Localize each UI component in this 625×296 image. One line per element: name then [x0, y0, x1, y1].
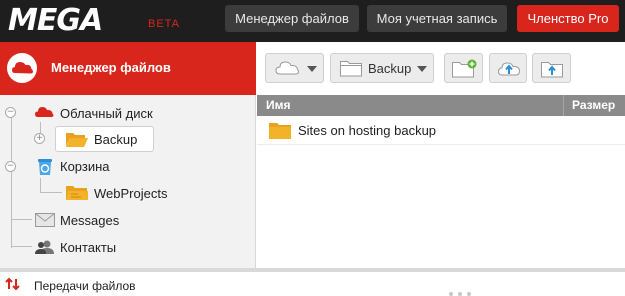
file-table-header: Имя Размер	[257, 95, 625, 116]
mega-app: MEGA BETA Менеджер файлов Моя учетная за…	[0, 0, 625, 296]
cloud-root-dropdown[interactable]	[265, 53, 324, 83]
my-account-button[interactable]: Моя учетная запись	[367, 5, 507, 32]
tree-item-label: Backup	[94, 132, 138, 147]
upload-folder-icon	[541, 59, 563, 83]
sidebar: Менеджер файлов − Облачный диск + Backup…	[0, 42, 256, 269]
chevron-down-icon	[417, 66, 427, 72]
tree-item-messages[interactable]: Messages	[60, 213, 119, 228]
column-header-name[interactable]: Имя	[266, 98, 291, 112]
transfer-arrows-icon	[5, 277, 21, 296]
file-row-name: Sites on hosting backup	[298, 123, 437, 138]
recycle-bin-icon	[36, 157, 54, 181]
tree-item-cloud-drive[interactable]: Облачный диск	[60, 106, 153, 121]
tree-line	[40, 192, 62, 193]
dot	[458, 292, 462, 296]
tree-line	[12, 246, 32, 247]
chevron-down-icon	[307, 66, 317, 72]
contacts-icon	[35, 239, 55, 260]
collapse-toggle[interactable]: −	[5, 161, 16, 172]
upload-folder-button[interactable]	[532, 53, 571, 83]
expand-toggle[interactable]: +	[34, 133, 45, 144]
sidebar-title: Менеджер файлов	[51, 60, 171, 75]
breadcrumb-folder-label: Backup	[368, 61, 412, 76]
resize-handle-dots[interactable]	[449, 283, 476, 296]
tree-line	[12, 219, 32, 220]
tree-item-webprojects[interactable]: WebProjects	[94, 186, 167, 201]
sidebar-header: Менеджер файлов	[0, 42, 256, 95]
dot	[449, 292, 453, 296]
tree-item-trash[interactable]: Корзина	[60, 159, 110, 174]
transfers-label: Передачи файлов	[34, 279, 136, 293]
upload-file-button[interactable]	[489, 53, 527, 83]
new-folder-button[interactable]	[444, 53, 483, 83]
folder-icon	[340, 60, 362, 82]
tree-item-contacts[interactable]: Контакты	[60, 240, 116, 255]
column-divider[interactable]	[563, 95, 564, 116]
file-row[interactable]: Sites on hosting backup	[257, 116, 625, 145]
toolbar: Backup	[257, 42, 625, 95]
transfers-bar[interactable]: Передачи файлов	[0, 272, 625, 296]
dot	[467, 292, 471, 296]
new-folder-icon	[452, 59, 478, 83]
folder-breadcrumb-dropdown[interactable]: Backup	[330, 53, 434, 83]
cloud-icon	[275, 60, 300, 81]
mega-logo[interactable]: MEGA	[8, 3, 103, 38]
cloud-icon	[7, 53, 37, 83]
top-bar: MEGA BETA Менеджер файлов Моя учетная за…	[0, 0, 625, 42]
column-header-size[interactable]: Размер	[572, 98, 615, 112]
upload-icon	[497, 59, 521, 83]
file-manager-button[interactable]: Менеджер файлов	[225, 5, 359, 32]
cloud-drive-icon	[34, 104, 54, 125]
pro-membership-button[interactable]: Членство Pro	[517, 5, 619, 32]
tree-line	[11, 108, 12, 248]
envelope-icon	[35, 213, 55, 232]
collapse-toggle[interactable]: −	[5, 107, 16, 118]
beta-badge: BETA	[148, 18, 180, 30]
folder-shared-icon	[65, 183, 89, 207]
folder-open-icon	[65, 130, 89, 153]
folder-icon	[269, 122, 291, 144]
